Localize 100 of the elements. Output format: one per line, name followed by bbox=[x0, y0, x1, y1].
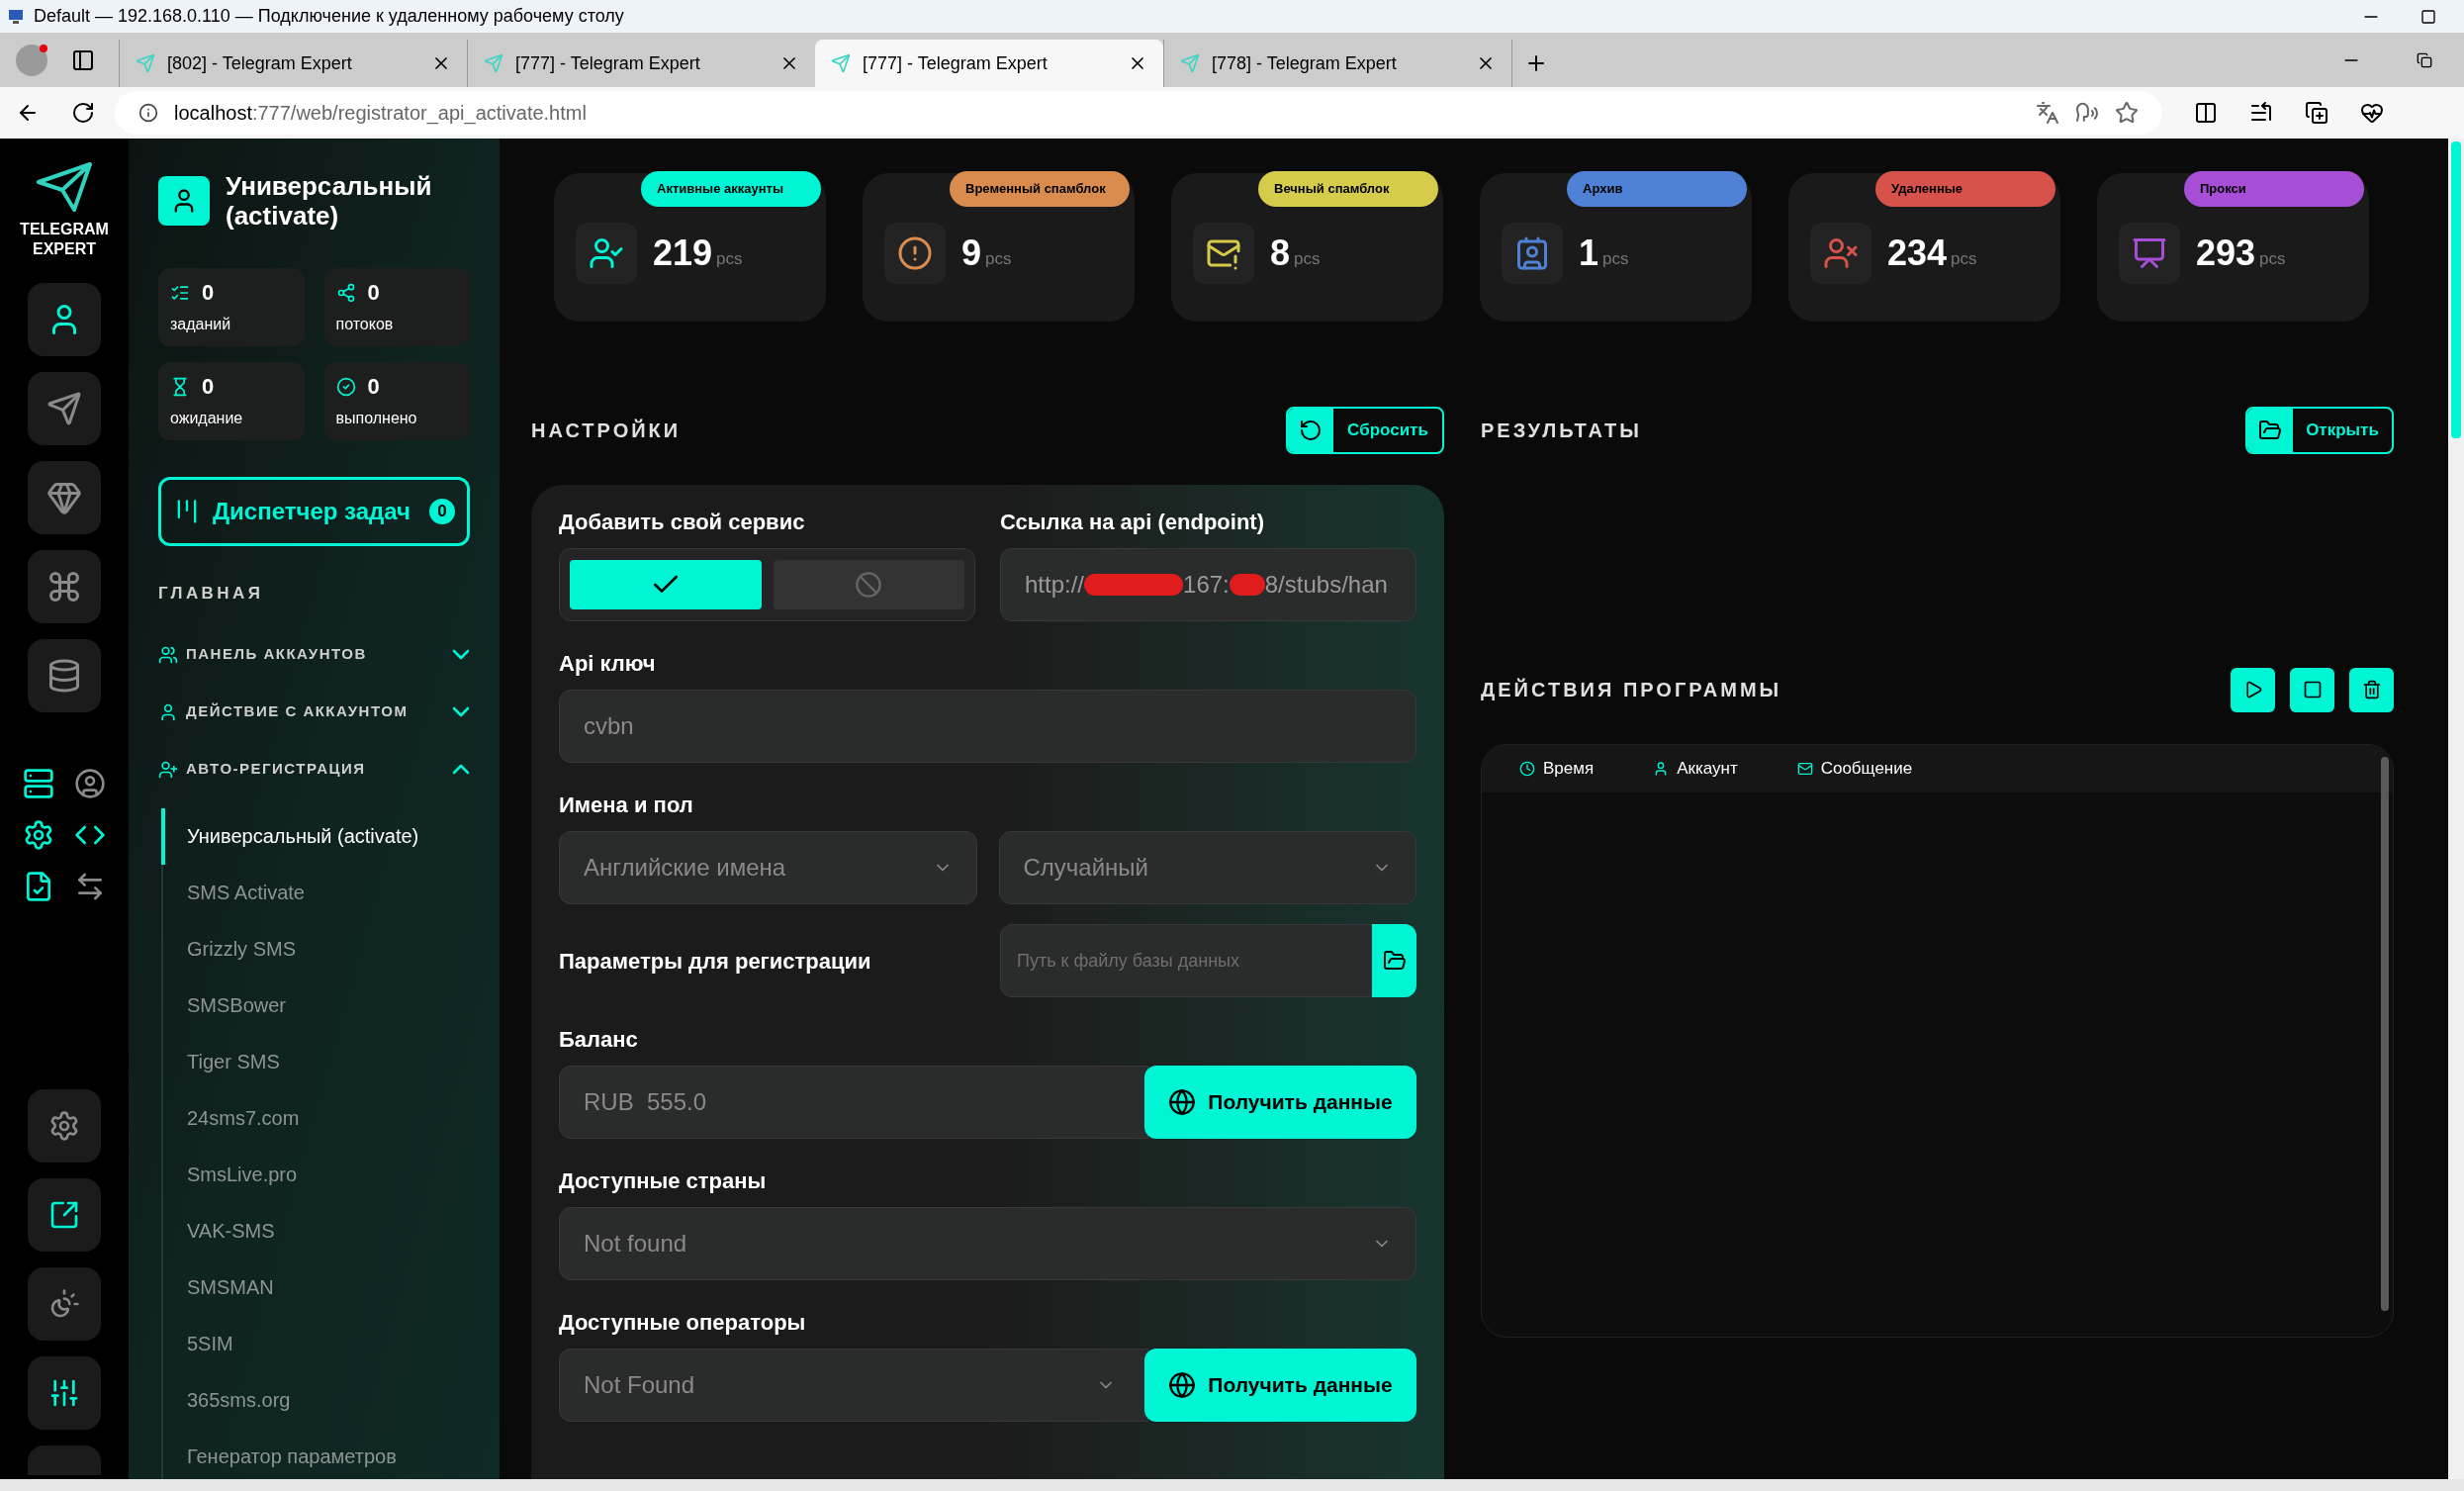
nav-group[interactable]: ДЕЙСТВИЕ С АККАУНТОМ bbox=[158, 683, 470, 741]
scrollbar[interactable] bbox=[2448, 139, 2464, 1479]
endpoint-text: 8/stubs/han bbox=[1264, 570, 1388, 600]
ban-icon bbox=[855, 571, 883, 599]
scrollbar-thumb[interactable] bbox=[2451, 141, 2461, 438]
sliders-button[interactable] bbox=[28, 1356, 101, 1430]
gender-select[interactable]: Случайный bbox=[998, 831, 1416, 904]
nav-item[interactable]: SMSMAN bbox=[161, 1258, 470, 1316]
stat-badge: Прокси bbox=[2184, 171, 2364, 207]
user-x-icon bbox=[1823, 235, 1859, 271]
rail-button[interactable] bbox=[28, 639, 101, 712]
health-icon[interactable] bbox=[2360, 101, 2384, 125]
section-heading: НАСТРОЙКИ bbox=[531, 418, 683, 443]
column-header[interactable]: Аккаунт bbox=[1677, 756, 1738, 782]
settings-button[interactable] bbox=[28, 1089, 101, 1163]
country-select[interactable]: Not found bbox=[559, 1207, 1416, 1280]
read-aloud-icon[interactable] bbox=[2075, 101, 2099, 125]
file-path-field[interactable]: Путь к файлу базы данных bbox=[1000, 924, 1372, 997]
field-label: Доступные страны bbox=[559, 1166, 768, 1195]
input-field[interactable]: cvbn bbox=[559, 690, 1416, 763]
rail-button[interactable] bbox=[28, 550, 101, 623]
stat-value: 8 bbox=[1270, 232, 1291, 275]
tab-actions-icon[interactable] bbox=[71, 47, 95, 72]
nav-item[interactable]: Grizzly SMS bbox=[161, 920, 470, 978]
stat-value: 234 bbox=[1887, 232, 1948, 275]
stat-badge: Активные аккаунты bbox=[641, 171, 821, 207]
browser-tab[interactable]: [777] - Telegram Expert bbox=[815, 40, 1163, 87]
stat-unit: pcs bbox=[2259, 248, 2286, 271]
nav-group[interactable]: АВТО-РЕГИСТРАЦИЯ bbox=[158, 740, 470, 798]
nav-item[interactable]: 365sms.org bbox=[161, 1371, 470, 1429]
nav-item[interactable]: 24sms7.com bbox=[161, 1089, 470, 1147]
open-button[interactable]: Открыть bbox=[2245, 407, 2394, 454]
stat-unit: pcs bbox=[716, 248, 743, 271]
tab-title: [802] - Telegram Expert bbox=[167, 51, 353, 75]
collections-icon[interactable] bbox=[2305, 101, 2328, 125]
telegram-icon bbox=[1180, 53, 1200, 73]
get-data-button[interactable]: Получить данные bbox=[1144, 1066, 1416, 1139]
scrollbar[interactable] bbox=[0, 1479, 2464, 1491]
maximize-icon[interactable] bbox=[2420, 8, 2436, 25]
user-circle-icon[interactable] bbox=[74, 768, 106, 799]
column-header[interactable]: Сообщение bbox=[1820, 756, 1913, 782]
rail-button[interactable] bbox=[28, 283, 101, 356]
nav-item[interactable]: SMSBower bbox=[161, 977, 470, 1034]
nav-group[interactable]: ПАНЕЛЬ АККАУНТОВ bbox=[158, 625, 470, 684]
column-header[interactable]: Время bbox=[1543, 756, 1595, 782]
logo-icon bbox=[37, 162, 92, 212]
stat-badge: Удаленные bbox=[1875, 171, 2055, 207]
translate-icon[interactable] bbox=[2036, 101, 2059, 125]
server-icon[interactable] bbox=[23, 768, 54, 799]
stat-unit: pcs bbox=[985, 248, 1012, 271]
tab-title: [778] - Telegram Expert bbox=[1212, 51, 1398, 75]
presentation-icon bbox=[2132, 235, 2167, 271]
field-label: Api ключ bbox=[559, 649, 657, 678]
reset-button[interactable]: Сбросить bbox=[1286, 407, 1444, 454]
restore-icon[interactable] bbox=[2417, 51, 2432, 68]
nav-item[interactable]: SMS Activate bbox=[161, 864, 470, 921]
rail-button[interactable] bbox=[28, 372, 101, 445]
operator-select[interactable]: Not Found bbox=[559, 1349, 1148, 1422]
profile-avatar[interactable] bbox=[16, 44, 47, 76]
input-field[interactable]: RUB 555.0 bbox=[559, 1066, 1148, 1139]
split-screen-icon[interactable] bbox=[2194, 101, 2218, 125]
external-link-icon bbox=[48, 1199, 80, 1231]
gear-icon[interactable] bbox=[23, 819, 54, 851]
external-link-button[interactable] bbox=[28, 1178, 101, 1252]
user-icon bbox=[158, 701, 178, 722]
reload-icon[interactable] bbox=[71, 101, 95, 125]
rail-button[interactable] bbox=[28, 461, 101, 534]
telegram-icon bbox=[484, 53, 503, 73]
scrollbar-thumb[interactable] bbox=[2381, 757, 2389, 1311]
chevron-icon bbox=[452, 706, 470, 717]
endpoint-text: http:// bbox=[1025, 570, 1085, 600]
share-icon bbox=[335, 282, 356, 303]
nav-item[interactable]: Генератор параметров bbox=[161, 1428, 470, 1479]
browse-button[interactable] bbox=[1372, 924, 1416, 997]
stop-button[interactable] bbox=[2290, 667, 2334, 712]
task-manager-button[interactable]: Диспетчер задач 0 bbox=[158, 477, 470, 546]
favorite-icon[interactable] bbox=[2115, 101, 2139, 125]
nav-item[interactable]: Универсальный (activate) bbox=[161, 807, 470, 865]
brand-name: TELEGRAM EXPERT bbox=[20, 220, 109, 259]
language-select[interactable]: Английские имена bbox=[559, 831, 977, 904]
nav-item[interactable]: VAK-SMS bbox=[161, 1202, 470, 1259]
theme-button[interactable] bbox=[28, 1267, 101, 1341]
info-icon bbox=[138, 103, 158, 123]
delete-button[interactable] bbox=[2349, 667, 2394, 712]
input-field[interactable]: http:// 167: 8/stubs/han bbox=[1000, 548, 1416, 621]
endpoint-text: 167: bbox=[1183, 570, 1230, 600]
user-plus-icon bbox=[158, 759, 178, 780]
address-field[interactable]: localhost:777/web/registrator_api_activate.html bbox=[115, 91, 2162, 135]
play-button[interactable] bbox=[2231, 667, 2275, 712]
nav-item[interactable]: Tiger SMS bbox=[161, 1033, 470, 1090]
globe-icon bbox=[1168, 1088, 1197, 1116]
nav-item[interactable]: 5SIM bbox=[161, 1315, 470, 1372]
nav-item[interactable]: SmsLive.pro bbox=[161, 1146, 470, 1203]
remote-desktop-icon bbox=[8, 7, 26, 26]
page-title: Универсальный (activate) bbox=[226, 171, 433, 231]
counter-label: заданий bbox=[170, 315, 232, 334]
users-icon bbox=[158, 644, 178, 665]
diamond-icon bbox=[46, 480, 82, 515]
get-data-button[interactable]: Получить данные bbox=[1144, 1349, 1416, 1422]
tab-title: [777] - Telegram Expert bbox=[863, 51, 1049, 75]
